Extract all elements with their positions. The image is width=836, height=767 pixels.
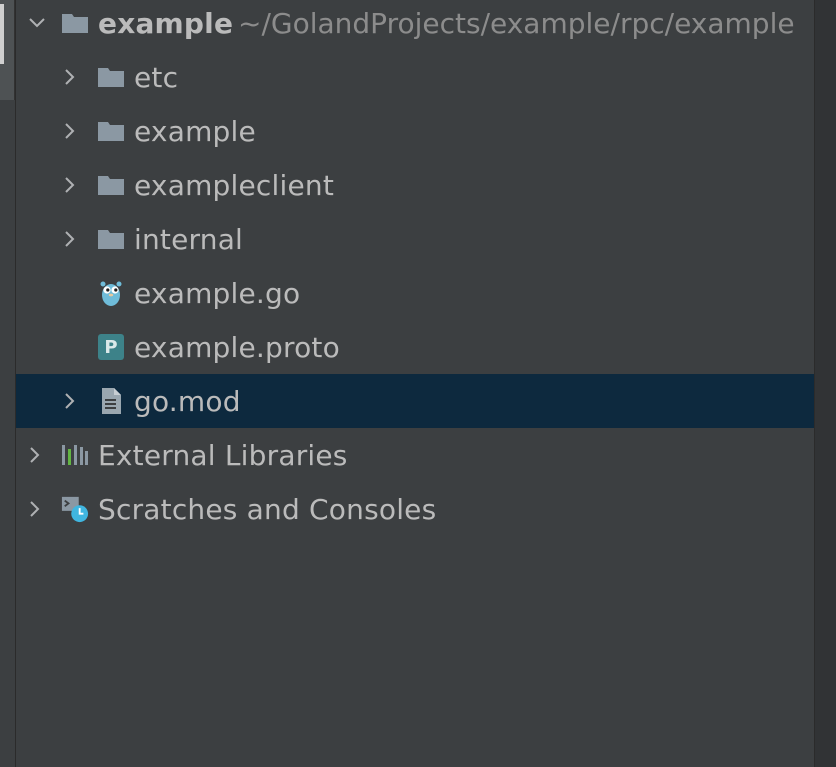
tree-row-root[interactable]: example ~/GolandProjects/example/rpc/exa… — [16, 0, 814, 50]
tree-item-label: Scratches and Consoles — [98, 492, 437, 526]
root-folder-path: ~/GolandProjects/example/rpc/example — [238, 6, 795, 40]
proto-badge-letter: P — [98, 334, 124, 360]
chevron-right-icon[interactable] — [59, 120, 81, 142]
tree-item-label: example.go — [134, 276, 301, 310]
gopher-icon — [97, 279, 125, 307]
chevron-right-icon[interactable] — [59, 390, 81, 412]
file-text-icon — [97, 387, 125, 415]
tree-item-label: External Libraries — [98, 438, 348, 472]
folder-icon — [97, 225, 125, 253]
root-folder-label: example — [98, 6, 234, 40]
tree-item-label: exampleclient — [134, 168, 335, 202]
tree-row-example-go[interactable]: example.go — [16, 266, 814, 320]
tree-row-external-libraries[interactable]: External Libraries — [16, 428, 814, 482]
folder-icon — [97, 63, 125, 91]
tree-item-label: etc — [134, 60, 179, 94]
chevron-down-icon[interactable] — [26, 12, 48, 34]
tree-row-etc[interactable]: etc — [16, 50, 814, 104]
chevron-right-icon[interactable] — [24, 444, 46, 466]
folder-icon — [61, 9, 89, 37]
libraries-icon — [61, 441, 89, 469]
project-tool-window-tab[interactable] — [0, 0, 15, 100]
chevron-right-icon[interactable] — [24, 498, 46, 520]
editor-gutter-edge — [814, 0, 836, 767]
tree-item-label: example — [134, 114, 256, 148]
project-tree: example ~/GolandProjects/example/rpc/exa… — [16, 0, 814, 767]
tree-row-example-proto[interactable]: P example.proto — [16, 320, 814, 374]
left-tool-strip — [0, 0, 16, 767]
tree-item-label: internal — [134, 222, 244, 256]
proto-file-icon: P — [97, 333, 125, 361]
folder-icon — [97, 171, 125, 199]
tool-tab-indicator — [0, 4, 4, 64]
tree-row-exampleclient[interactable]: exampleclient — [16, 158, 814, 212]
tree-row-scratches-and-consoles[interactable]: Scratches and Consoles — [16, 482, 814, 536]
tree-row-example[interactable]: example — [16, 104, 814, 158]
tree-item-label: example.proto — [134, 330, 340, 364]
tree-item-label: go.mod — [134, 384, 241, 418]
chevron-right-icon[interactable] — [59, 174, 81, 196]
tree-row-go-mod[interactable]: go.mod — [16, 374, 814, 428]
scratches-icon — [61, 495, 89, 523]
chevron-right-icon[interactable] — [59, 228, 81, 250]
chevron-right-icon[interactable] — [59, 66, 81, 88]
folder-icon — [97, 117, 125, 145]
tree-row-internal[interactable]: internal — [16, 212, 814, 266]
